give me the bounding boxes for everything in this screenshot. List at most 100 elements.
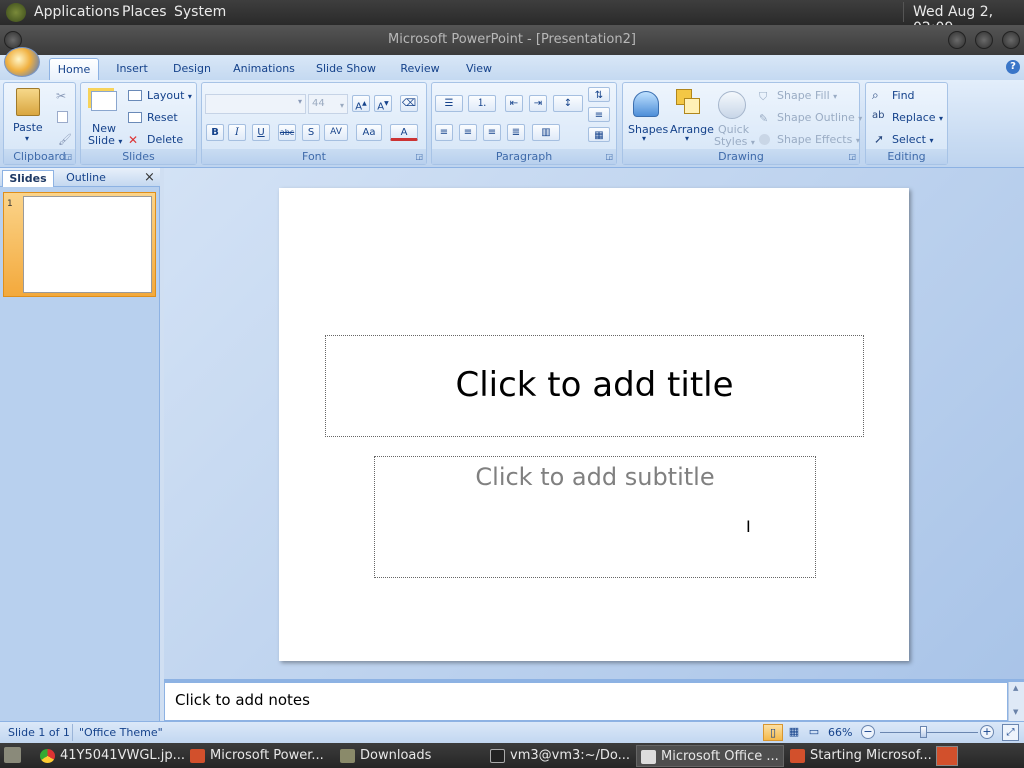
bold-icon[interactable]: B [206, 124, 224, 141]
justify-icon[interactable]: ≣ [507, 124, 525, 141]
maximize-button[interactable] [975, 31, 993, 49]
normal-view-icon[interactable]: ▯ [763, 724, 783, 741]
slides-label: Slides [81, 149, 196, 164]
align-left-icon[interactable]: ≡ [435, 124, 453, 141]
tab-view[interactable]: View [459, 58, 499, 80]
paste-dropdown-icon[interactable]: ▾ [25, 134, 29, 143]
title-placeholder[interactable]: Click to add title [325, 335, 864, 437]
close-pane-icon[interactable]: × [144, 170, 155, 185]
shapes-button[interactable]: Shapes [628, 123, 668, 136]
taskbar-item[interactable]: 41Y5041VWGL.jp... [36, 745, 184, 767]
font-size-input[interactable]: 44 ▾ [308, 94, 348, 114]
office-tray-icon[interactable] [936, 746, 958, 766]
menu-system[interactable]: System [174, 4, 226, 20]
font-color-icon[interactable]: A [390, 124, 418, 141]
format-painter-icon[interactable]: 🖌 [58, 133, 72, 146]
quick-styles-button-2[interactable]: Styles ▾ [714, 135, 755, 148]
menu-applications[interactable]: Applications [34, 4, 120, 20]
taskbar-item[interactable]: Starting Microsof... [786, 745, 934, 767]
copy-icon[interactable] [57, 111, 68, 123]
tab-design[interactable]: Design [167, 58, 217, 80]
slide-thumbnail-selected[interactable]: 1 [3, 192, 156, 297]
columns-icon[interactable]: ▥ [532, 124, 560, 141]
reset-icon [128, 112, 142, 123]
replace-button[interactable]: Replace ▾ [892, 111, 943, 124]
taskbar-item[interactable]: Microsoft Power... [186, 745, 334, 767]
fit-to-window-icon[interactable]: ⤢ [1002, 724, 1019, 741]
strikethrough-icon[interactable]: abc [278, 124, 296, 141]
grow-font-icon[interactable]: A▲ [352, 95, 370, 112]
notes-pane[interactable]: Click to add notes [164, 682, 1008, 721]
drawing-group: Shapes ▾ Arrange ▾ Quick Styles ▾ ⛉ Shap… [622, 82, 862, 165]
clear-formatting-icon[interactable]: ⌫ [400, 95, 418, 112]
reset-button[interactable]: Reset [147, 111, 178, 124]
change-case-icon[interactable]: Aa [356, 124, 382, 141]
shrink-font-icon[interactable]: A▼ [374, 95, 392, 112]
italic-icon[interactable]: I [228, 124, 246, 141]
slide-sorter-view-icon[interactable]: ▦ [785, 724, 803, 741]
show-desktop-icon[interactable] [4, 747, 21, 763]
shape-fill-button[interactable]: Shape Fill ▾ [777, 89, 837, 102]
decrease-indent-icon[interactable]: ⇤ [505, 95, 523, 112]
line-spacing-icon[interactable]: ↕ [553, 95, 583, 112]
taskbar-item-active[interactable]: Microsoft Office ... [636, 745, 784, 767]
font-name-input[interactable]: ▾ [205, 94, 306, 114]
tab-home[interactable]: Home [49, 58, 99, 80]
align-right-icon[interactable]: ≡ [483, 124, 501, 141]
taskbar-item[interactable]: Downloads [336, 745, 484, 767]
gnome-foot-icon[interactable] [6, 3, 26, 22]
tab-slide-show[interactable]: Slide Show [311, 58, 381, 80]
paragraph-dialog-launcher-icon[interactable]: ◲ [605, 149, 613, 164]
underline-icon[interactable]: U [252, 124, 270, 141]
character-spacing-icon[interactable]: AV [324, 124, 348, 141]
shape-effects-button[interactable]: Shape Effects ▾ [777, 133, 860, 146]
window-titlebar[interactable]: Microsoft PowerPoint - [Presentation2] [0, 25, 1024, 55]
paste-button[interactable]: Paste [13, 121, 43, 134]
text-shadow-icon[interactable]: S [302, 124, 320, 141]
find-button[interactable]: Find [892, 89, 915, 102]
select-button[interactable]: Select ▾ [892, 133, 933, 146]
shapes-dropdown-icon[interactable]: ▾ [642, 134, 646, 143]
zoom-slider-track[interactable] [880, 732, 978, 733]
help-icon[interactable]: ? [1006, 60, 1020, 74]
align-center-icon[interactable]: ≡ [459, 124, 477, 141]
slide-canvas[interactable]: Click to add title Click to add subtitle… [279, 188, 909, 661]
align-text-icon[interactable]: ≡ [588, 107, 610, 122]
theme-status[interactable]: "Office Theme" [79, 726, 163, 739]
zoom-slider-thumb[interactable] [920, 726, 928, 738]
increase-indent-icon[interactable]: ⇥ [529, 95, 547, 112]
tab-animations[interactable]: Animations [229, 58, 299, 80]
zoom-level[interactable]: 66% [828, 726, 852, 739]
shape-outline-button[interactable]: Shape Outline ▾ [777, 111, 862, 124]
arrange-dropdown-icon[interactable]: ▾ [685, 134, 689, 143]
smartart-icon[interactable]: ▦ [588, 127, 610, 142]
slide-show-view-icon[interactable]: ▭ [805, 724, 823, 741]
zoom-in-icon[interactable]: + [980, 725, 994, 739]
tab-review[interactable]: Review [393, 58, 447, 80]
notes-placeholder[interactable]: Click to add notes [175, 691, 310, 709]
close-button[interactable] [1002, 31, 1020, 49]
scroll-up-icon[interactable]: ▲ [1013, 684, 1018, 692]
text-direction-icon[interactable]: ⇅ [588, 87, 610, 102]
minimize-button[interactable] [948, 31, 966, 49]
tab-slides-pane[interactable]: Slides [2, 170, 54, 187]
layout-icon [128, 90, 142, 101]
layout-button[interactable]: Layout ▾ [147, 89, 192, 102]
arrange-button[interactable]: Arrange [670, 123, 714, 136]
dialog-launcher-icon[interactable]: ◲ [64, 149, 72, 164]
menu-places[interactable]: Places [122, 4, 167, 20]
notes-scrollbar[interactable]: ▲ ▼ [1008, 682, 1024, 721]
office-button[interactable] [4, 47, 40, 77]
numbering-icon[interactable]: ⒈ [468, 95, 496, 112]
bullets-icon[interactable]: ☰ [435, 95, 463, 112]
zoom-out-icon[interactable]: − [861, 725, 875, 739]
font-dialog-launcher-icon[interactable]: ◲ [415, 149, 423, 164]
tab-outline-pane[interactable]: Outline [58, 171, 114, 187]
cut-icon[interactable]: ✂ [56, 89, 66, 103]
scroll-down-icon[interactable]: ▼ [1013, 708, 1018, 716]
drawing-dialog-launcher-icon[interactable]: ◲ [848, 149, 856, 164]
taskbar-item[interactable]: vm3@vm3:~/Do... [486, 745, 634, 767]
delete-button[interactable]: Delete [147, 133, 183, 146]
new-slide-button-2[interactable]: Slide ▾ [88, 134, 122, 147]
tab-insert[interactable]: Insert [109, 58, 155, 80]
